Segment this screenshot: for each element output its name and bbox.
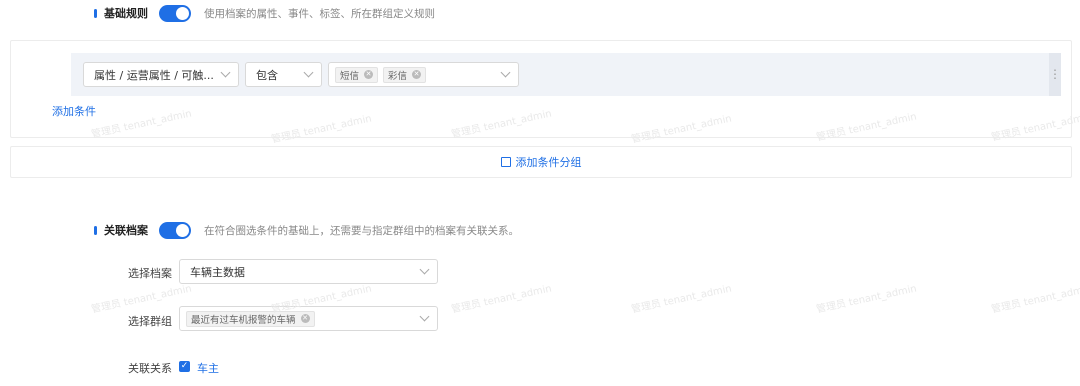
field-select-value: 属性 / 运营属性 / 可触... bbox=[94, 68, 214, 82]
chevron-down-icon bbox=[220, 67, 231, 78]
basic-rule-title: 基础规则 bbox=[104, 7, 148, 20]
archive-select-value: 车辆主数据 bbox=[190, 265, 245, 279]
select-group-label: 选择群组 bbox=[128, 315, 172, 328]
add-group-label: 添加条件分组 bbox=[515, 156, 582, 169]
value-tag-label: 彩信 bbox=[388, 70, 408, 82]
basic-rule-toggle[interactable] bbox=[159, 4, 191, 22]
watermark-text: 管理员 tenant_admin bbox=[90, 283, 193, 316]
group-tag: 最近有过车机报警的车辆 ✕ bbox=[186, 310, 315, 327]
section-marker bbox=[94, 8, 97, 18]
watermark-text: 管理员 tenant_admin bbox=[815, 283, 918, 316]
chevron-down-icon bbox=[419, 264, 430, 275]
condition-row: 属性 / 运营属性 / 可触... 包含 短信 ✕ 彩信 ✕ ⋮ bbox=[71, 53, 1061, 96]
value-tag: 短信 ✕ bbox=[335, 66, 379, 83]
archive-select[interactable]: 车辆主数据 bbox=[179, 259, 438, 284]
basic-rule-header: 基础规则 使用档案的属性、事件、标签、所在群组定义规则 bbox=[94, 2, 435, 24]
chevron-down-icon bbox=[500, 67, 511, 78]
tag-remove-icon[interactable]: ✕ bbox=[300, 314, 310, 323]
field-select[interactable]: 属性 / 运营属性 / 可触... bbox=[83, 62, 239, 87]
toggle-knob bbox=[176, 223, 189, 237]
related-archive-toggle[interactable] bbox=[159, 221, 191, 239]
watermark-text: 管理员 tenant_admin bbox=[990, 283, 1080, 316]
operator-select[interactable]: 包含 bbox=[245, 62, 322, 87]
related-archive-description: 在符合圈选条件的基础上，还需要与指定群组中的档案有关联关系。 bbox=[204, 224, 519, 237]
operator-select-value: 包含 bbox=[256, 68, 278, 82]
tag-remove-icon[interactable]: ✕ bbox=[364, 70, 374, 79]
relation-label: 关联关系 bbox=[128, 362, 172, 375]
chevron-down-icon bbox=[419, 311, 430, 322]
section-marker bbox=[94, 225, 97, 235]
add-condition-link[interactable]: 添加条件 bbox=[52, 103, 96, 119]
select-archive-label: 选择档案 bbox=[128, 267, 172, 280]
relation-checkbox[interactable]: ✓ bbox=[179, 361, 190, 372]
add-group-icon bbox=[500, 157, 511, 167]
drag-handle-icon[interactable]: ⋮ bbox=[1049, 53, 1061, 96]
related-archive-title: 关联档案 bbox=[104, 224, 148, 237]
basic-rule-description: 使用档案的属性、事件、标签、所在群组定义规则 bbox=[204, 7, 435, 20]
add-group-button[interactable]: 添加条件分组 bbox=[10, 146, 1072, 178]
value-tag: 彩信 ✕ bbox=[383, 66, 427, 83]
relation-option-label[interactable]: 车主 bbox=[197, 360, 219, 376]
tag-remove-icon[interactable]: ✕ bbox=[412, 70, 422, 79]
related-archive-header: 关联档案 在符合圈选条件的基础上，还需要与指定群组中的档案有关联关系。 bbox=[94, 219, 519, 241]
watermark-text: 管理员 tenant_admin bbox=[450, 283, 553, 316]
value-multiselect[interactable]: 短信 ✕ 彩信 ✕ bbox=[328, 62, 519, 87]
toggle-knob bbox=[176, 6, 189, 20]
group-multiselect[interactable]: 最近有过车机报警的车辆 ✕ bbox=[179, 306, 438, 331]
watermark-text: 管理员 tenant_admin bbox=[630, 283, 733, 316]
chevron-down-icon bbox=[303, 67, 314, 78]
value-tag-label: 短信 bbox=[340, 70, 360, 82]
